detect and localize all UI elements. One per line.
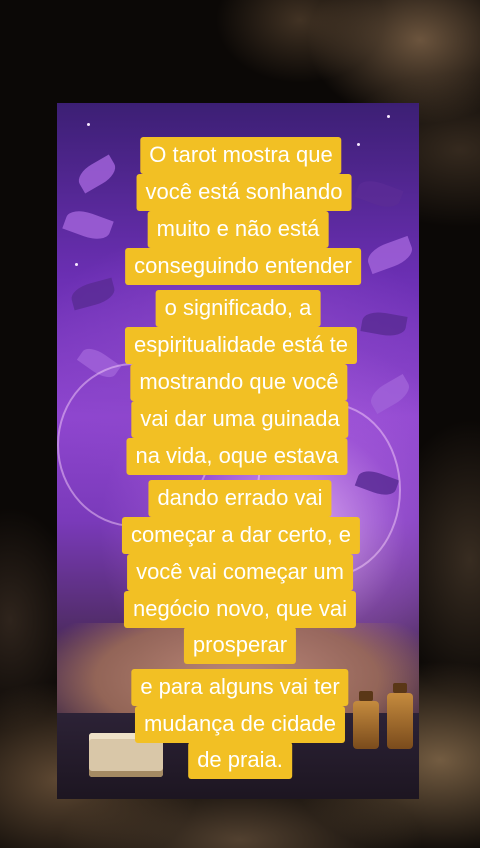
caption-line: muito e não está — [147, 211, 329, 248]
caption-line: e para alguns vai ter — [131, 669, 349, 706]
caption-line: de praia. — [188, 742, 292, 779]
caption-line: O tarot mostra que — [140, 137, 342, 174]
caption-line: mostrando que você — [130, 364, 348, 401]
caption-line: você vai começar um — [127, 554, 353, 591]
caption-line: na vida, oque estava — [126, 438, 348, 475]
caption-line: vai dar uma guinada — [131, 401, 349, 438]
caption-line: dando errado vai — [148, 480, 332, 517]
caption-line: espiritualidade está te — [124, 327, 358, 364]
caption-line: negócio novo, que vai — [123, 591, 357, 628]
caption-line: você está sonhando — [136, 174, 352, 211]
caption-line: conseguindo entender — [125, 248, 361, 285]
caption-line: o significado, a — [155, 290, 321, 327]
caption-line: mudança de cidade — [134, 706, 346, 743]
caption-text: O tarot mostra que você está sonhando mu… — [0, 0, 480, 848]
caption-line: começar a dar certo, e — [121, 517, 361, 554]
caption-line: prosperar — [183, 627, 297, 664]
